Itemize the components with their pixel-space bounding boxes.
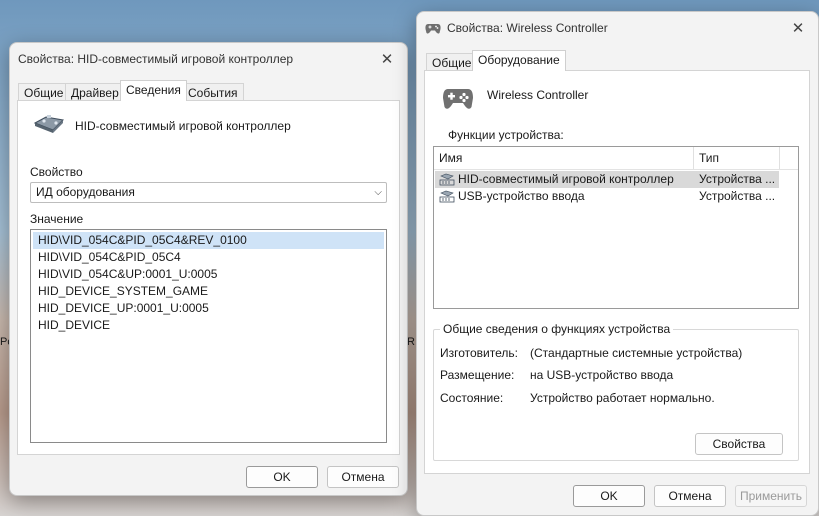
gamepad-icon bbox=[442, 85, 474, 111]
device-name: HID-совместимый игровой контроллер bbox=[75, 119, 291, 133]
wc-titlebar[interactable]: Свойства: Wireless Controller ✕ bbox=[417, 12, 818, 44]
status-value: Устройство работает нормально. bbox=[530, 391, 715, 405]
hardware-panel: Wireless Controller Функции устройства: … bbox=[424, 70, 810, 474]
details-panel: HID-совместимый игровой контроллер Свойс… bbox=[17, 100, 400, 455]
property-label: Свойство bbox=[30, 165, 83, 179]
row-type: Устройства ... bbox=[699, 189, 776, 203]
window-title: Свойства: Wireless Controller bbox=[447, 21, 608, 35]
summary-groupbox: Общие сведения о функциях устройства Изг… bbox=[433, 322, 799, 461]
row-type: Устройства ... bbox=[699, 172, 776, 186]
table-header: Имя Тип bbox=[434, 147, 798, 170]
window-title: Свойства: HID-совместимый игровой контро… bbox=[18, 52, 294, 66]
table-row[interactable]: USB-устройство ввода Устройства ... bbox=[435, 188, 779, 205]
desktop: { "desktop": { "left_edge_text": "Pc", "… bbox=[0, 0, 819, 516]
device-icon bbox=[439, 173, 455, 186]
device-icon bbox=[439, 190, 455, 203]
close-icon: ✕ bbox=[380, 51, 394, 68]
cancel-button[interactable]: Отмена bbox=[654, 485, 726, 507]
gamepad-icon bbox=[32, 111, 66, 135]
close-button[interactable]: ✕ bbox=[778, 12, 818, 44]
list-item[interactable]: HID\VID_054C&PID_05C4&REV_0100 bbox=[33, 232, 384, 249]
close-button[interactable]: ✕ bbox=[367, 43, 407, 75]
summary-title: Общие сведения о функциях устройства bbox=[440, 322, 674, 336]
list-item[interactable]: HID_DEVICE bbox=[33, 317, 384, 334]
properties-button[interactable]: Свойства bbox=[695, 433, 783, 455]
cancel-button[interactable]: Отмена bbox=[327, 466, 399, 488]
functions-label: Функции устройства: bbox=[448, 128, 564, 142]
tab-driver[interactable]: Драйвер bbox=[65, 83, 125, 101]
list-item[interactable]: HID\VID_054C&PID_05C4 bbox=[33, 249, 384, 266]
ok-button[interactable]: OK bbox=[573, 485, 645, 507]
apply-button[interactable]: Применить bbox=[735, 485, 807, 507]
tab-hardware[interactable]: Оборудование bbox=[472, 50, 566, 71]
value-label: Значение bbox=[30, 212, 84, 226]
device-name: Wireless Controller bbox=[487, 88, 589, 102]
desktop-icon-label-right[interactable]: R bbox=[407, 336, 415, 348]
tab-general[interactable]: Общие bbox=[18, 83, 70, 101]
location-label: Размещение: bbox=[440, 368, 515, 382]
tab-events[interactable]: События bbox=[182, 83, 244, 101]
hid-properties-dialog: Свойства: HID-совместимый игровой контро… bbox=[9, 42, 408, 496]
row-name: HID-совместимый игровой контроллер bbox=[458, 172, 674, 186]
device-functions-table[interactable]: Имя Тип HID-совместимый игровой контролл… bbox=[433, 146, 799, 309]
gamepad-icon bbox=[425, 21, 441, 35]
ok-button[interactable]: OK bbox=[246, 466, 318, 488]
chevron-down-icon: ⌵ bbox=[374, 187, 382, 198]
property-dropdown-value: ИД оборудования bbox=[36, 185, 135, 199]
column-header-name[interactable]: Имя bbox=[434, 147, 694, 169]
property-dropdown[interactable]: ИД оборудования ⌵ bbox=[30, 182, 387, 203]
value-listbox[interactable]: HID\VID_054C&PID_05C4&REV_0100 HID\VID_0… bbox=[30, 229, 387, 443]
manufacturer-value: (Стандартные системные устройства) bbox=[530, 346, 743, 360]
column-header-type[interactable]: Тип bbox=[694, 147, 780, 169]
list-item[interactable]: HID\VID_054C&UP:0001_U:0005 bbox=[33, 266, 384, 283]
tab-general[interactable]: Общие bbox=[426, 53, 478, 71]
row-name: USB-устройство ввода bbox=[458, 189, 585, 203]
wireless-controller-dialog: Свойства: Wireless Controller ✕ Общие Об… bbox=[416, 11, 819, 516]
tab-details[interactable]: Сведения bbox=[120, 80, 187, 101]
table-row[interactable]: HID-совместимый игровой контроллер Устро… bbox=[435, 171, 779, 188]
manufacturer-label: Изготовитель: bbox=[440, 346, 518, 360]
status-label: Состояние: bbox=[440, 391, 504, 405]
close-icon: ✕ bbox=[791, 20, 805, 37]
location-value: на USB-устройство ввода bbox=[530, 368, 674, 382]
list-item[interactable]: HID_DEVICE_UP:0001_U:0005 bbox=[33, 300, 384, 317]
list-item[interactable]: HID_DEVICE_SYSTEM_GAME bbox=[33, 283, 384, 300]
hid-titlebar[interactable]: Свойства: HID-совместимый игровой контро… bbox=[10, 43, 407, 75]
